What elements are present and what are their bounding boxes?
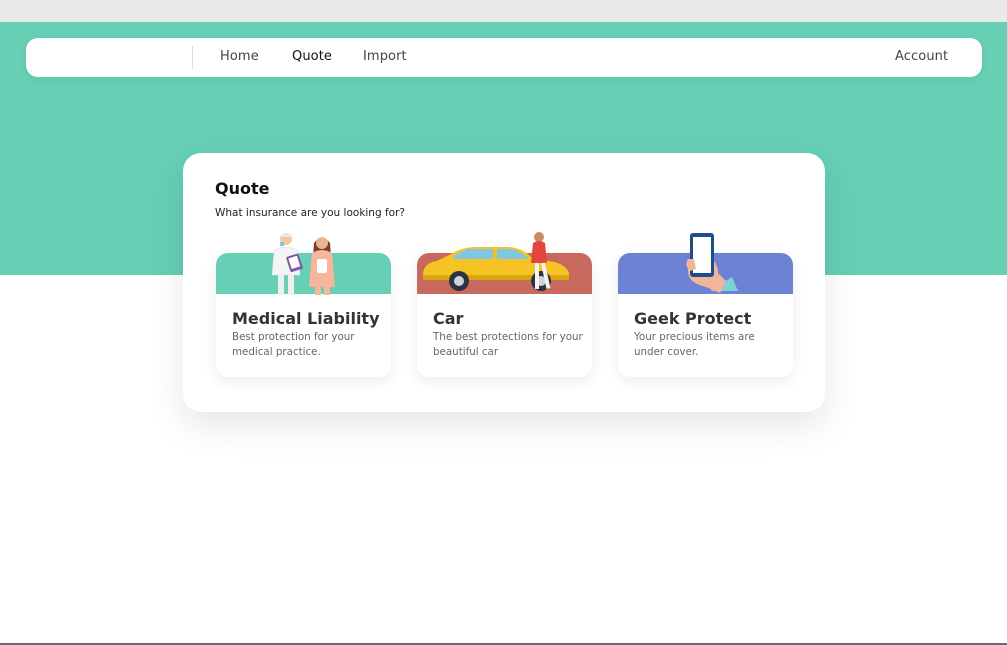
quote-card: Quote What insurance are you looking for…	[183, 153, 825, 412]
geek-protect-title: Geek Protect	[634, 309, 752, 328]
car-title: Car	[433, 309, 464, 328]
car-card[interactable]: Car The best protections for your beauti…	[417, 232, 592, 377]
quote-subtitle: What insurance are you looking for?	[215, 207, 405, 219]
nav-home-link[interactable]: Home	[220, 49, 259, 64]
medical-liability-desc: Best protection for your medical practic…	[232, 331, 355, 358]
geek-protect-card[interactable]: Geek Protect Your precious items are und…	[618, 233, 793, 377]
navbar: Home Quote Import Account	[26, 38, 982, 77]
nav-account-link[interactable]: Account	[895, 49, 948, 64]
browser-top-strip	[0, 0, 1007, 22]
nav-quote-link[interactable]: Quote	[292, 49, 332, 64]
nav-import-link[interactable]: Import	[363, 49, 407, 64]
phone-hand-icon	[686, 233, 738, 293]
quote-title: Quote	[215, 179, 270, 198]
nav-divider	[192, 46, 193, 69]
medical-liability-card[interactable]: Medical Liability Best protection for yo…	[216, 233, 391, 377]
car-desc: The best protections for your beautiful …	[433, 331, 583, 358]
medical-liability-title: Medical Liability	[232, 309, 380, 328]
car-icon	[423, 232, 569, 291]
doctor-nurse-icon	[271, 233, 335, 295]
geek-protect-desc: Your precious items are under cover.	[634, 331, 755, 358]
